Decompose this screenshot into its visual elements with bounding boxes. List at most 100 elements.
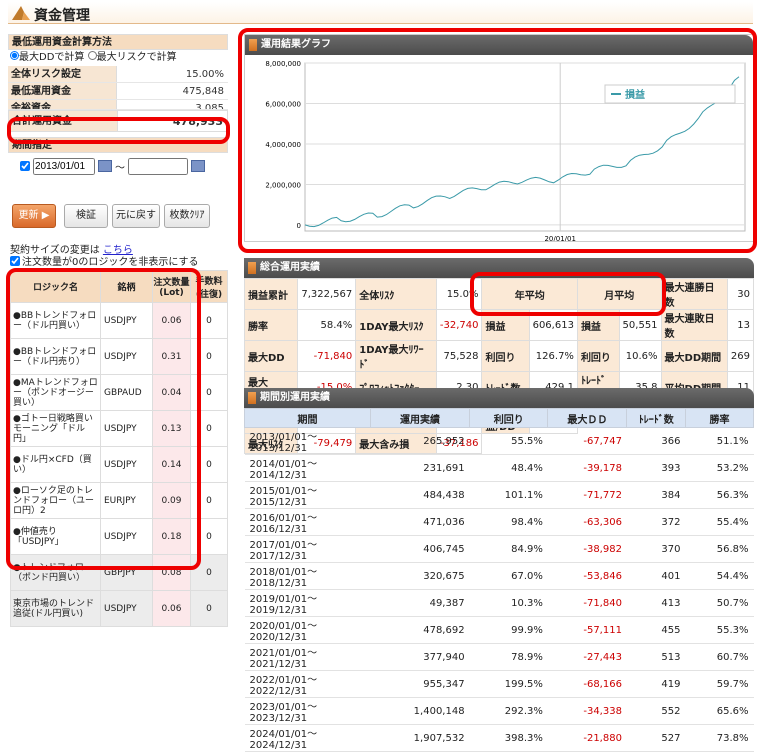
verify-button[interactable]: 検証 [64,204,108,228]
period-cell: 955,347 [370,670,470,698]
period-cell: 552 [626,697,686,725]
period-cell: -71,840 [547,589,627,617]
stat-key: 最大連勝日数 [660,278,728,310]
highlight-total-fund [7,117,230,144]
period-tilde: ～ [115,162,125,174]
stat-key: 1DAY最大ﾘｽｸ [355,309,437,341]
stat-key: 最大DD期間 [660,340,728,372]
hide-zero-row: 注文数量が0のロジックを非表示にする [10,253,198,268]
period-checkbox[interactable] [20,161,30,171]
period-cell: 2015/01/01～2015/12/31 [244,481,371,509]
period-cell: -38,982 [547,535,627,563]
radio-max-dd-input[interactable] [10,51,19,60]
period-cell: 56.3% [685,481,754,509]
play-icon: ▶ [41,210,50,221]
table-row: 2014/01/01～2014/12/31 231,691 48.4% -39,178… [244,454,754,482]
period-cell: 55.3% [685,616,754,644]
calendar-icon[interactable] [191,160,205,172]
period-cell: 377,940 [370,643,470,671]
period-cell: 55.5% [469,427,548,455]
hide-zero-label: 注文数量が0のロジックを非表示にする [22,257,199,268]
period-cell: -57,111 [547,616,627,644]
calc-row-total-risk: 全体リスク設定 15.00% [8,66,228,83]
period-from-input[interactable] [33,157,95,175]
stat-key: 勝率 [243,309,299,341]
period-cell: -63,306 [547,508,627,536]
highlight-averages [470,272,666,316]
period-cell: 320,675 [370,562,470,590]
period-cell: -39,178 [547,454,627,482]
radio-max-risk-input[interactable] [87,51,97,60]
period-cell: 60.7% [685,643,754,671]
calc-value: 3,085 [195,103,224,110]
period-cell: 55.4% [685,508,754,536]
period-cell: 50.7% [685,589,754,617]
stat-value: -71,840 [297,340,357,372]
period-cell: -67,747 [547,427,627,455]
lot-clear-button[interactable]: 枚数ｸﾘｱ [164,204,210,228]
period-cell: 2014/01/01～2014/12/31 [244,454,371,482]
table-row: 2016/01/01～2016/12/31 471,036 98.4% -63,306… [244,508,754,536]
period-cell: 413 [626,589,686,617]
stat-key: 利回り [481,340,530,372]
table-row: 2020/01/01～2020/12/31 478,692 99.9% -57,111… [244,616,754,644]
period-cell: 398.3% [469,724,548,752]
period-cell: 48.4% [469,454,548,482]
period-table-title: 期間別運用実績 [260,392,330,403]
stat-value: 75,528 [435,340,483,372]
stat-value: 269 [726,340,755,372]
period-cell: -53,846 [547,562,627,590]
update-button[interactable]: 更新 ▶ [12,204,56,228]
period-table: 期間 運用実績 利回り 最大ＤＤ ﾄﾚｰﾄﾞ数 勝率 2013/01/01～20… [244,408,754,752]
radio-max-dd[interactable]: 最大DDで計算 [10,51,84,63]
period-cell: 2013/01/01～2013/12/31 [244,427,371,455]
stat-value: 10.6% [618,340,662,372]
table-row: 2013/01/01～2013/12/31 265,952 55.5% -67,747… [244,427,754,455]
period-to-input[interactable] [128,157,188,175]
calc-method-title: 最低運用資金計算方法 [8,34,228,50]
period-cell: 10.3% [469,589,548,617]
period-cell: 59.7% [685,670,754,698]
table-row: 2021/01/01～2021/12/31 377,940 78.9% -27,443… [244,643,754,671]
table-row: 2017/01/01～2017/12/31 406,745 84.9% -38,982… [244,535,754,563]
hide-zero-checkbox[interactable] [10,255,20,266]
logic-name: 東京市場のトレンド追従(ドル円買い) [10,590,101,627]
period-header: 期間別運用実績 [244,388,754,408]
fee-value: 0 [190,590,228,627]
period-cell: 65.6% [685,697,754,725]
lot-input[interactable]: 0.06 [152,590,191,627]
period-row: ～ [8,153,228,179]
period-cell: 527 [626,724,686,752]
col-yield: 利回り [469,408,549,428]
period-cell: 51.1% [685,427,754,455]
page-title: 資金管理 [34,8,90,24]
period-cell: 2021/01/01～2021/12/31 [244,643,371,671]
calc-key: 余裕資金 [8,100,117,109]
calc-method-radios: 最大DDで計算 最大リスクで計算 [8,50,228,66]
col-period: 期間 [244,408,371,428]
period-cell: -71,772 [547,481,627,509]
period-cell: 2023/01/01～2023/12/31 [244,697,371,725]
calc-row-spare: 余裕資金 3,085 [8,100,228,110]
period-cell: 98.4% [469,508,548,536]
update-label: 更新 [18,210,39,221]
period-cell: 401 [626,562,686,590]
stat-key: 全体ﾘｽｸ [355,278,437,310]
brand-logo-icon [12,6,30,20]
reset-button[interactable]: 元に戻す [112,204,160,228]
table-row: 東京市場のトレンド追従(ドル円買い) USDJPY 0.06 0 [10,590,228,627]
period-cell: 265,952 [370,427,470,455]
summary-row: 最大DD -71,840 1DAY最大ﾘﾜｰﾄﾞ 75,528 利回り 126.7% … [243,340,755,372]
period-cell: 2017/01/01～2017/12/31 [244,535,371,563]
period-cell: -68,166 [547,670,627,698]
calc-row-min-fund: 最低運用資金 475,848 [8,83,228,100]
logic-symbol: USDJPY [100,590,153,627]
calendar-icon[interactable] [98,160,112,172]
table-row: 2023/01/01～2023/12/31 1,400,148 292.3% -34,… [244,697,754,725]
period-cell: 484,438 [370,481,470,509]
period-cell: 419 [626,670,686,698]
period-cell: 471,036 [370,508,470,536]
radio-max-risk[interactable]: 最大リスクで計算 [87,51,177,63]
period-cell: 199.5% [469,670,548,698]
period-table-header: 期間 運用実績 利回り 最大ＤＤ ﾄﾚｰﾄﾞ数 勝率 [244,408,754,428]
